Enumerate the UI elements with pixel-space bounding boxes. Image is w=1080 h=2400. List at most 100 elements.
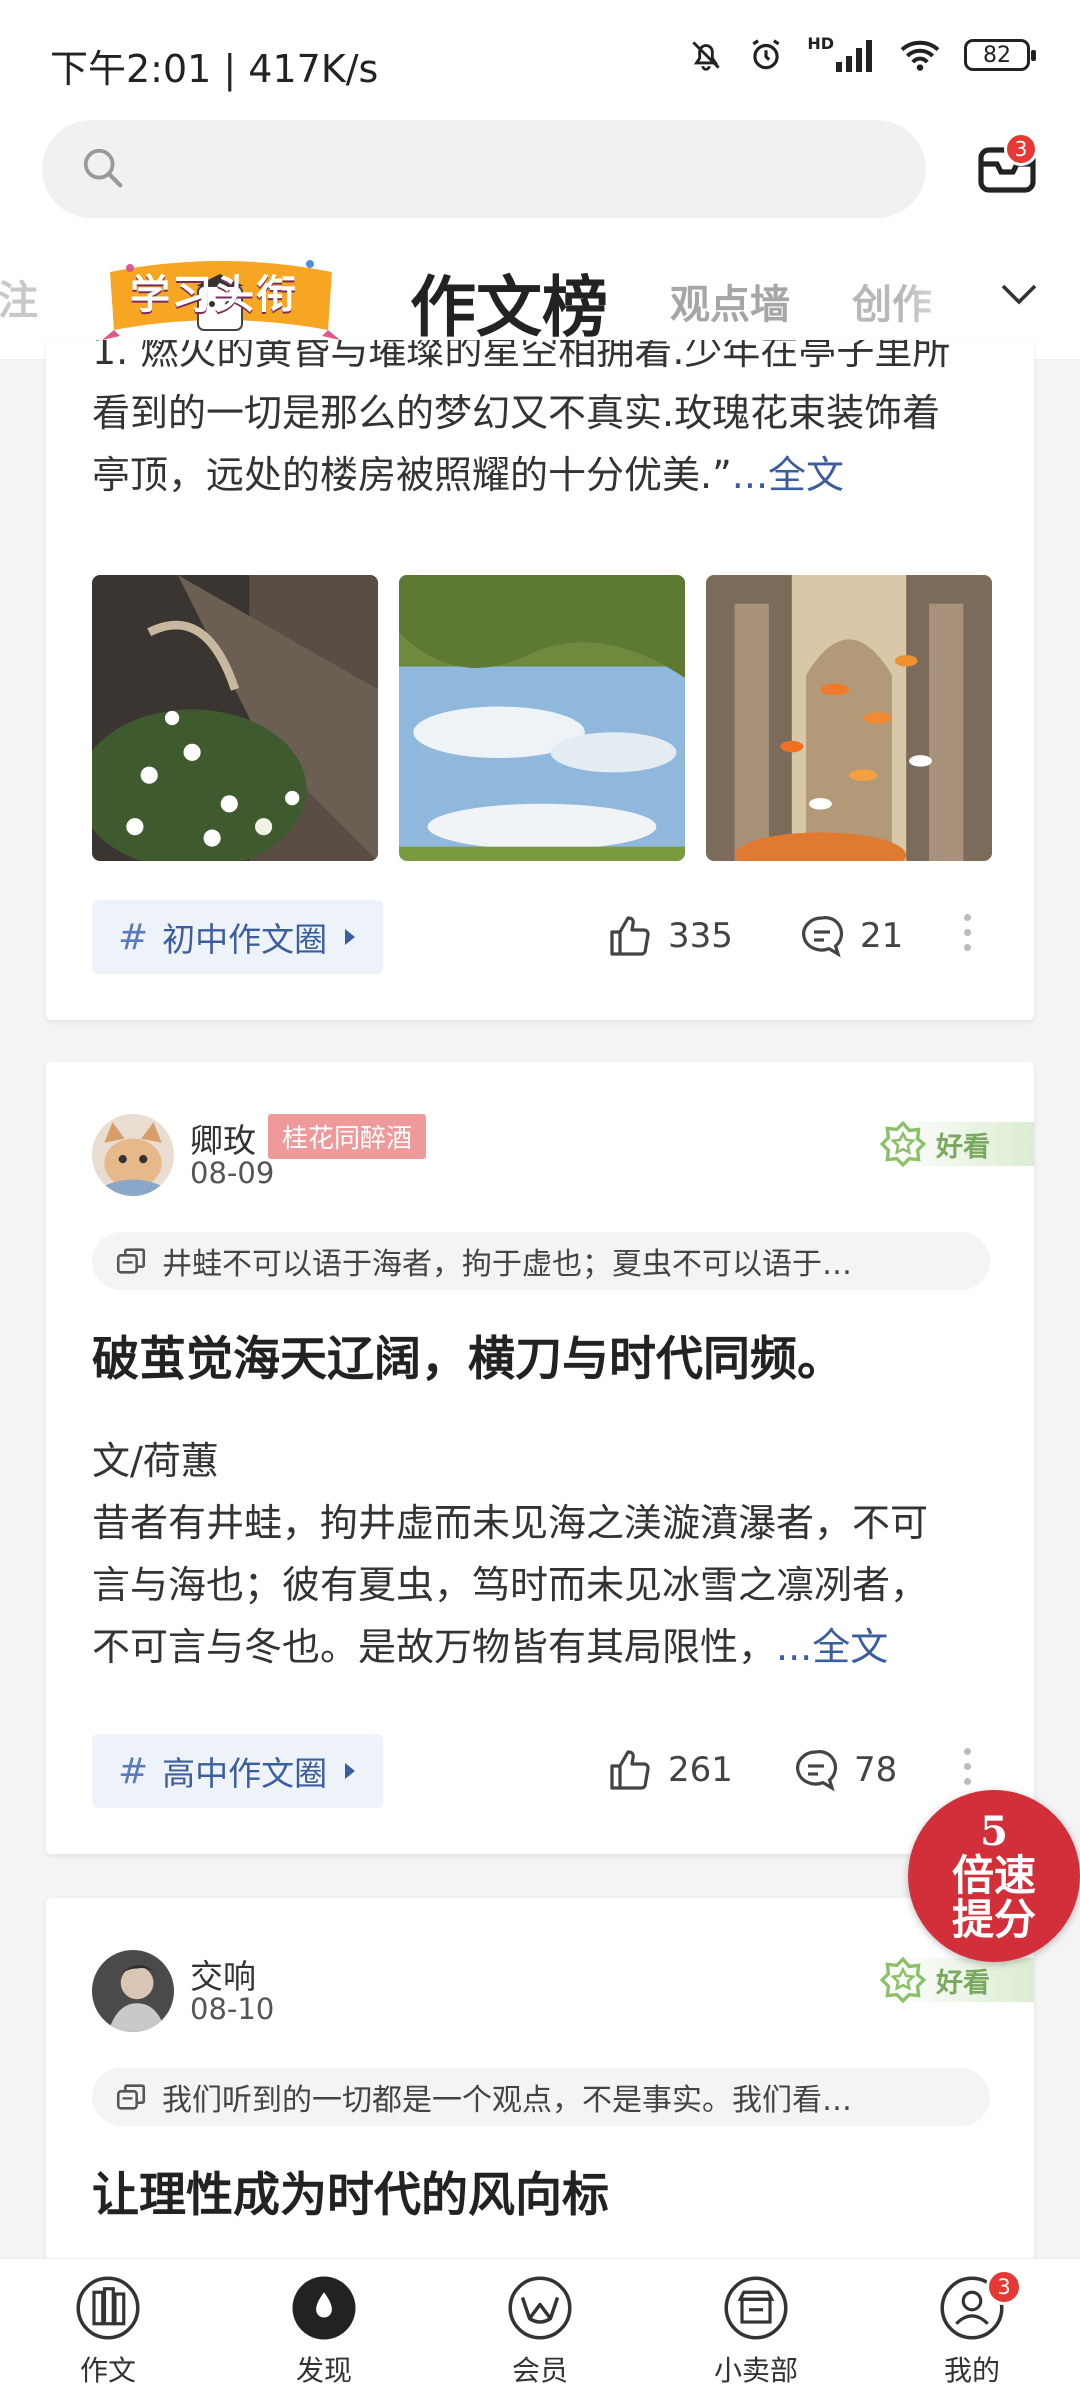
nav-label: 会员 — [511, 2354, 568, 2387]
post-card[interactable]: 卿玫 桂花同醉酒 08-09 好看 井蛙不可以语于海者，拘于虚也；夏虫不可以语于… — [46, 1062, 1034, 1854]
more-options-icon[interactable] — [964, 914, 974, 951]
battery-indicator: 82 — [964, 39, 1036, 71]
topic-quote-text: 井蛙不可以语于海者，拘于虚也；夏虫不可以语于… — [162, 1247, 852, 1282]
search-icon — [83, 148, 123, 188]
topic-quote-text: 我们听到的一切都是一个观点，不是事实。我们看… — [162, 2083, 852, 2118]
status-time: 下午2:01 | 417K/s — [50, 47, 379, 91]
comment-count: 21 — [860, 916, 904, 956]
promo-line: 5 — [980, 1808, 1008, 1855]
nav-item-member[interactable]: 会员 — [480, 2273, 600, 2389]
logo-text: 学习头衔 — [130, 271, 298, 318]
hash-icon: # — [118, 916, 149, 958]
essay-icon — [76, 2276, 140, 2340]
like-count: 335 — [668, 916, 733, 956]
avatar[interactable] — [92, 1114, 174, 1196]
speed-boost-promo-button[interactable]: 5 倍速 提分 — [908, 1790, 1080, 1962]
nav-item-profile[interactable]: 我的 3 — [912, 2269, 1032, 2389]
topic-quote[interactable]: 井蛙不可以语于海者，拘于虚也；夏虫不可以语于… — [92, 1232, 990, 1290]
search-input[interactable] — [42, 120, 926, 218]
hash-icon: # — [118, 1750, 149, 1792]
recommended-label: 好看 — [936, 1967, 990, 1999]
circle-tag-label: 高中作文圈 — [162, 1754, 328, 1793]
recommended-badge: 好看 — [879, 1120, 1034, 1168]
user-title-badge: 桂花同醉酒 — [268, 1114, 427, 1159]
like-button[interactable]: 261 — [606, 1746, 733, 1794]
message-badge: 3 — [1004, 132, 1038, 166]
staircase-flowers-image[interactable] — [92, 575, 378, 861]
comment-icon — [796, 1750, 838, 1792]
post-card[interactable]: 交响 08-10 好看 我们听到的一切都是一个观点，不是事实。我们看… 让理性成… — [46, 1898, 1034, 2298]
search-row: 3 — [0, 120, 1080, 230]
thumbs-up-icon — [610, 1750, 650, 1790]
post-excerpt-line: 不可言与冬也。是故万物皆有其局限性，...全文 — [92, 1616, 992, 1678]
status-bar: 下午2:01 | 417K/s HD 82 — [0, 0, 1080, 120]
tab-essay-ranking[interactable]: 作文榜 — [410, 254, 608, 350]
recommended-badge: 好看 — [879, 1956, 1034, 2004]
circle-tag[interactable]: # 初中作文圈 — [92, 900, 384, 974]
quote-card-icon — [116, 2084, 146, 2110]
tab-opinion-wall[interactable]: 观点墙 — [670, 272, 790, 330]
nav-item-shop[interactable]: 小卖部 — [696, 2273, 816, 2389]
member-icon — [508, 2276, 572, 2340]
profile-badge: 3 — [986, 2269, 1022, 2305]
post-excerpt-line: 亭顶，远处的楼房被照耀的十分优美.”...全文 — [92, 444, 992, 506]
bottom-navigation: 作文 发现 会员 小卖部 我的 3 — [0, 2258, 1080, 2400]
study-title-logo[interactable]: 学习头衔 — [100, 252, 342, 348]
post-images — [92, 575, 992, 861]
comment-count: 78 — [854, 1750, 898, 1790]
shop-icon — [724, 2276, 788, 2340]
nav-item-essay[interactable]: 作文 — [48, 2273, 168, 2389]
avatar[interactable] — [92, 1950, 174, 2032]
nav-label: 发现 — [295, 2354, 352, 2387]
post-title[interactable]: 破茧觉海天辽阔，横刀与时代同频。 — [92, 1320, 844, 1389]
like-button[interactable]: 335 — [606, 912, 733, 960]
read-full-link[interactable]: ...全文 — [776, 1625, 888, 1669]
post-author-line: 文/荷蕙 — [92, 1439, 219, 1483]
mute-bell-icon — [692, 41, 721, 71]
promo-line: 提分 — [951, 1895, 1036, 1944]
nav-label: 小卖部 — [713, 2354, 798, 2387]
discover-icon — [292, 2276, 356, 2340]
triangle-right-icon — [345, 929, 356, 945]
post-excerpt-line: 言与海也；彼有夏虫，笃时而未见冰雪之凛冽者， — [92, 1563, 929, 1607]
star-badge-icon — [879, 1120, 927, 1168]
comment-icon — [802, 916, 844, 958]
nav-item-discover[interactable]: 发现 — [264, 2273, 384, 2389]
circle-tag-label: 初中作文圈 — [162, 920, 328, 959]
circle-tag[interactable]: # 高中作文圈 — [92, 1734, 384, 1808]
star-badge-icon — [879, 1956, 927, 2004]
comment-button[interactable]: 78 — [792, 1746, 897, 1794]
post-excerpt-line: 昔者有井蛙，拘井虚而未见海之渼漩濆瀑者，不可 — [92, 1501, 929, 1545]
thumbs-up-icon — [610, 916, 650, 956]
quote-card-icon — [116, 1248, 146, 1274]
tab-partial-left[interactable]: 注 — [0, 268, 38, 326]
nav-label: 我的 — [943, 2354, 1000, 2387]
post-excerpt-line: 1. 燃火的黄昏与璀璨的星空相拥着.少年在亭子里所 — [92, 340, 951, 373]
signal-icon — [836, 40, 872, 72]
topic-quote[interactable]: 我们听到的一切都是一个观点，不是事实。我们看… — [92, 2068, 990, 2126]
post-title[interactable]: 让理性成为时代的风向标 — [92, 2156, 609, 2225]
sky-reflection-image[interactable] — [399, 575, 685, 861]
cathedral-koi-image[interactable] — [706, 575, 992, 861]
post-date: 08-09 — [190, 1156, 275, 1190]
triangle-right-icon — [345, 1763, 356, 1779]
nav-label: 作文 — [79, 2354, 136, 2387]
read-full-link[interactable]: ...全文 — [732, 453, 844, 497]
like-count: 261 — [668, 1750, 733, 1790]
status-icons: HD 82 — [687, 33, 1036, 74]
post-excerpt-line: 看到的一切是那么的梦幻又不真实.玫瑰花束装饰着 — [92, 391, 941, 435]
more-options-icon[interactable] — [964, 1748, 974, 1785]
wifi-icon — [900, 40, 940, 71]
post-date: 08-10 — [190, 1992, 275, 2026]
comment-button[interactable]: 21 — [798, 912, 903, 960]
chevron-down-icon[interactable] — [995, 270, 1043, 318]
post-excerpt-text: 亭顶，远处的楼房被照耀的十分优美.” — [92, 453, 732, 497]
alarm-icon — [752, 39, 780, 70]
post-excerpt-text: 不可言与冬也。是故万物皆有其局限性， — [92, 1625, 777, 1669]
post-card[interactable]: 1. 燃火的黄昏与璀璨的星空相拥着.少年在亭子里所 看到的一切是那么的梦幻又不真… — [46, 340, 1034, 1020]
hd-label: HD — [807, 33, 834, 53]
username[interactable]: 交响 — [190, 1950, 256, 1998]
username[interactable]: 卿玫 — [190, 1114, 256, 1162]
promo-line: 倍速 — [951, 1851, 1036, 1900]
recommended-label: 好看 — [936, 1131, 990, 1163]
